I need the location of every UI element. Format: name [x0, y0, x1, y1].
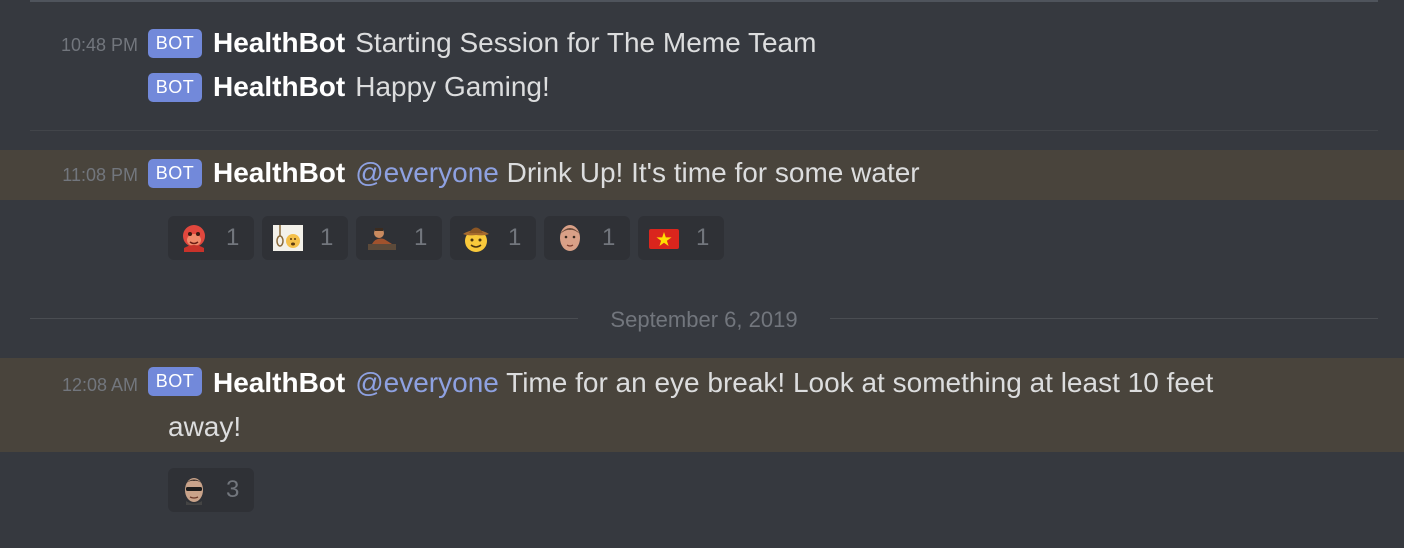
reaction-button[interactable]: 1: [544, 216, 630, 260]
reaction-bar: 3: [168, 468, 254, 512]
bot-tag: BOT: [148, 29, 202, 58]
reaction-count: 1: [226, 224, 240, 251]
message-content-wrap: away!: [168, 411, 241, 443]
reaction-button[interactable]: 1: [262, 216, 348, 260]
everyone-mention[interactable]: @everyone: [355, 157, 499, 188]
reaction-button[interactable]: 3: [168, 468, 254, 512]
reaction-count: 1: [320, 224, 334, 251]
bot-tag: BOT: [148, 73, 202, 102]
reaction-button[interactable]: 1: [356, 216, 442, 260]
man-face-emoji-icon: [560, 225, 580, 251]
sunglasses-man-emoji-icon: [185, 478, 203, 505]
vietnam-flag-emoji-icon: [649, 229, 679, 249]
reaction-count: 1: [696, 224, 710, 251]
cowboy-face-emoji-icon: [463, 227, 489, 252]
message-eye-break: 12:08 AM BOT HealthBot @everyone Time for…: [0, 358, 1404, 452]
reaction-bar: 1 1 1 1 1 1: [168, 216, 724, 260]
message-text: Drink Up! It's time for some water: [506, 157, 920, 188]
message-text-line-1: Time for an eye break! Look at something…: [506, 367, 1214, 398]
message-timestamp: 10:48 PM: [60, 35, 138, 55]
message-content: HealthBot @everyone Time for an eye break…: [213, 367, 1213, 399]
message-timestamp: 12:08 AM: [61, 375, 138, 395]
reaction-count: 1: [602, 224, 616, 251]
reaction-button[interactable]: 1: [450, 216, 536, 260]
username[interactable]: HealthBot: [213, 367, 345, 398]
message-text: Happy Gaming!: [355, 71, 550, 102]
reaction-count: 3: [226, 476, 240, 503]
bot-tag: BOT: [148, 367, 202, 396]
username[interactable]: HealthBot: [213, 157, 345, 188]
noose-face-emoji-icon: [273, 225, 303, 251]
reaction-count: 1: [414, 224, 428, 251]
message-timestamp: 11:08 PM: [62, 165, 138, 185]
message-content: HealthBot Happy Gaming!: [213, 71, 550, 103]
message-group-session-start: 10:48 PM BOT HealthBot Starting Session f…: [0, 0, 1404, 130]
message-content: HealthBot @everyone Drink Up! It's time f…: [213, 157, 920, 189]
username[interactable]: HealthBot: [213, 71, 345, 102]
date-separator-label: September 6, 2019: [610, 307, 798, 332]
reclining-man-emoji-icon: [368, 228, 396, 250]
reaction-count: 1: [508, 224, 522, 251]
message-text-line-2: away!: [168, 411, 242, 442]
message-divider: [30, 130, 1378, 131]
date-separator: September 6, 2019: [30, 305, 1378, 335]
username[interactable]: HealthBot: [213, 27, 345, 58]
reaction-button[interactable]: 1: [638, 216, 724, 260]
reaction-button[interactable]: 1: [168, 216, 254, 260]
message-text: Starting Session for The Meme Team: [355, 27, 817, 58]
bot-tag: BOT: [148, 159, 202, 188]
everyone-mention[interactable]: @everyone: [355, 367, 499, 398]
message-content: HealthBot Starting Session for The Meme T…: [213, 27, 816, 59]
angry-monkey-emoji-icon: [183, 225, 205, 252]
